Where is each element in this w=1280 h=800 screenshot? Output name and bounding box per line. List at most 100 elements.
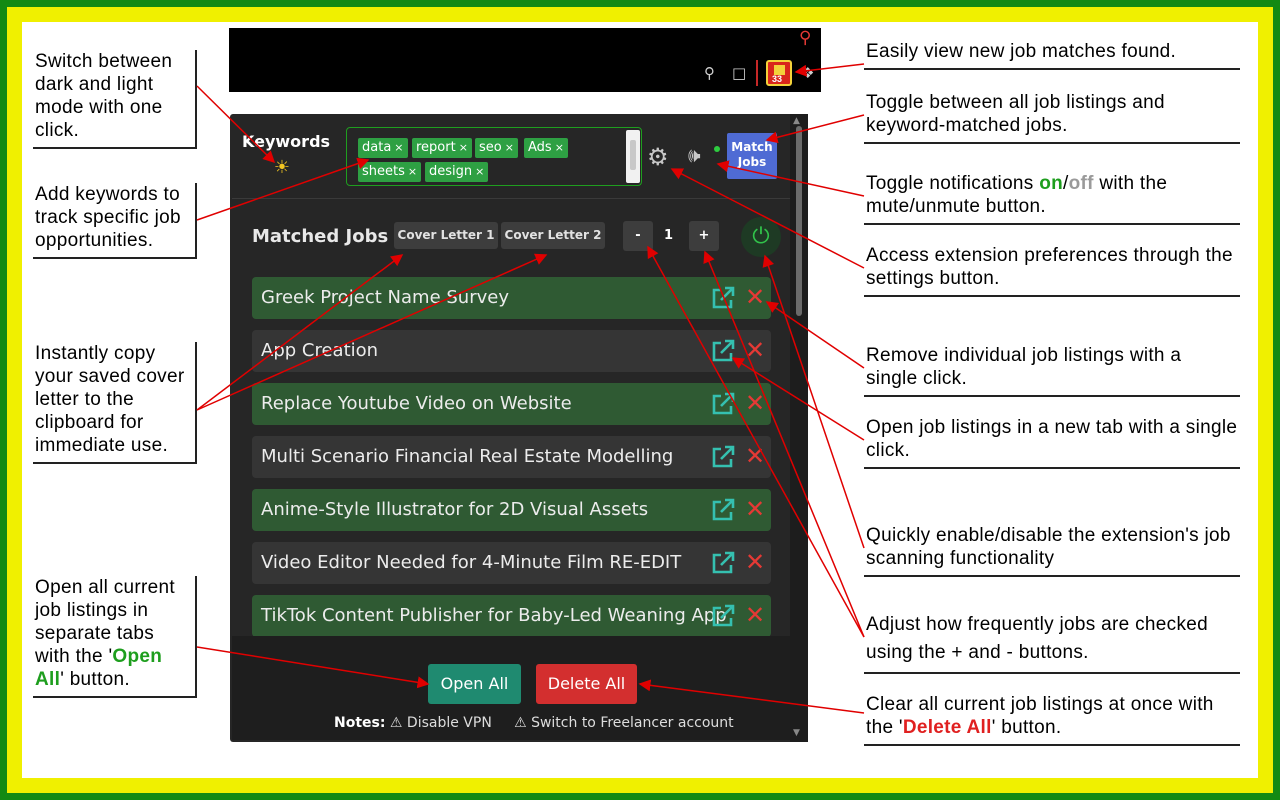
job-row[interactable]: Greek Project Name Survey ✕ [252,277,771,319]
divider [756,60,758,86]
callout-adjust: Adjust how frequently jobs are checked u… [864,611,1240,674]
badge-count: 33 [772,74,783,84]
delete-job-icon[interactable]: ✕ [745,284,765,310]
keyword-chip[interactable]: sheets × [358,162,422,182]
chip-label: seo [479,140,502,155]
job-row[interactable]: App Creation ✕ [252,330,771,372]
callout-text: Adjust how frequently jobs are checked u… [866,614,1208,663]
delete-job-icon[interactable]: ✕ [745,337,765,363]
job-title[interactable]: Anime-Style Illustrator for 2D Visual As… [261,499,648,520]
keyword-chip[interactable]: data × [358,138,408,158]
callout-text: Instantly copy your saved cover letter t… [35,343,185,456]
delete-job-icon[interactable]: ✕ [745,602,765,628]
increment-button[interactable]: + [689,221,719,251]
note-account: ⚠ Switch to Freelancer account [514,715,734,731]
job-title[interactable]: Multi Scenario Financial Real Estate Mod… [261,446,673,467]
chip-remove-icon[interactable]: × [475,165,484,178]
delete-job-icon[interactable]: ✕ [745,549,765,575]
cover-letter-1-button[interactable]: Cover Letter 1 [394,222,498,249]
chip-label: design [429,164,473,179]
settings-gear-icon[interactable]: ⚙ [647,143,669,171]
puzzle-icon[interactable]: ❖ [801,64,814,82]
job-title[interactable]: Replace Youtube Video on Website [261,393,572,414]
chip-label: report [416,140,456,155]
keyword-chip[interactable]: design × [425,162,489,182]
job-row[interactable]: Video Editor Needed for 4-Minute Film RE… [252,542,771,584]
job-title[interactable]: Greek Project Name Survey [261,287,509,308]
open-all-button[interactable]: Open All [428,664,521,704]
open-in-new-tab-icon[interactable] [710,603,736,629]
keywords-label: Keywords [242,132,331,151]
open-in-new-tab-icon[interactable] [710,497,736,523]
keyword-chip[interactable]: Ads × [524,138,568,158]
callout-text: Open job listings in a new tab with a si… [866,417,1238,461]
callout-text: Toggle notifications [866,173,1040,194]
match-jobs-button[interactable]: Match Jobs [727,133,777,179]
open-in-new-tab-icon[interactable] [710,444,736,470]
match-jobs-line2: Jobs [737,155,767,169]
power-toggle-icon[interactable]: ⏻ [741,217,781,257]
browser-toolbar: ⚲ ⚲ □ ❖ [229,28,821,92]
job-row[interactable]: Multi Scenario Financial Real Estate Mod… [252,436,771,478]
pin-icon[interactable]: ⚲ [704,64,715,82]
callout-text: Remove individual job listings with a si… [866,345,1182,389]
delete-all-button[interactable]: Delete All [536,664,637,704]
scroll-thumb[interactable] [796,126,802,316]
callout-text: Switch between dark and light mode with … [35,51,173,141]
open-in-new-tab-icon[interactable] [710,285,736,311]
callout-text: Easily view new job matches found. [866,41,1177,62]
scroll-down-icon[interactable]: ▼ [793,728,800,738]
job-row[interactable]: Anime-Style Illustrator for 2D Visual As… [252,489,771,531]
screenshot-icon[interactable]: □ [732,64,746,82]
callout-off: off [1068,173,1094,194]
chip-label: sheets [362,164,405,179]
search-icon[interactable]: ⚲ [799,28,811,48]
callout-text: ' button. [991,717,1062,738]
note-vpn: ⚠ Disable VPN [389,715,492,731]
callout-enable: Quickly enable/disable the extension's j… [864,524,1240,577]
chip-label: data [362,140,392,155]
callout-badge: Easily view new job matches found. [864,40,1240,70]
chip-remove-icon[interactable]: × [555,141,564,154]
chip-label: Ads [528,140,552,155]
scroll-up-icon[interactable]: ▲ [793,116,800,126]
open-in-new-tab-icon[interactable] [710,391,736,417]
job-title[interactable]: Video Editor Needed for 4-Minute Film RE… [261,552,681,573]
callout-dark-mode: Switch between dark and light mode with … [33,50,197,149]
job-title[interactable]: App Creation [261,340,378,361]
callout-keywords: Add keywords to track specific job oppor… [33,183,197,259]
matched-jobs-heading: Matched Jobs [252,226,389,247]
callout-open-tab: Open job listings in a new tab with a si… [864,416,1240,469]
chip-remove-icon[interactable]: × [408,165,417,178]
job-title[interactable]: TikTok Content Publisher for Baby-Led We… [261,605,727,626]
open-in-new-tab-icon[interactable] [710,550,736,576]
notes-label: Notes: [334,715,386,731]
open-in-new-tab-icon[interactable] [710,338,736,364]
keywords-scroll-thumb[interactable] [630,140,636,170]
callout-text: Add keywords to track specific job oppor… [35,184,181,251]
extension-badge-icon[interactable]: 33 [766,60,792,86]
callout-cover-letter: Instantly copy your saved cover letter t… [33,342,197,464]
chip-remove-icon[interactable]: × [394,141,403,154]
keywords-scrollbar[interactable] [626,130,640,183]
popup-scrollbar[interactable]: ▲ ▼ [790,114,808,742]
chip-remove-icon[interactable]: × [459,141,468,154]
notification-status-dot [714,146,720,152]
callout-settings: Access extension preferences through the… [864,244,1240,297]
job-row[interactable]: Replace Youtube Video on Website ✕ [252,383,771,425]
callout-text: ' button. [60,669,130,690]
callout-open-all: Open all current job listings in separat… [33,576,197,698]
match-jobs-line1: Match [731,140,773,154]
decrement-button[interactable]: - [623,221,653,251]
delete-job-icon[interactable]: ✕ [745,496,765,522]
keyword-chip[interactable]: seo × [475,138,518,158]
keyword-chip[interactable]: report × [412,138,472,158]
delete-job-icon[interactable]: ✕ [745,443,765,469]
cover-letter-2-button[interactable]: Cover Letter 2 [501,222,605,249]
chip-remove-icon[interactable]: × [505,141,514,154]
delete-job-icon[interactable]: ✕ [745,390,765,416]
theme-toggle-sun-icon[interactable]: ☀ [272,158,292,178]
job-row[interactable]: TikTok Content Publisher for Baby-Led We… [252,595,771,637]
speaker-icon[interactable]: 🕪 [688,143,701,167]
callout-remove: Remove individual job listings with a si… [864,344,1240,397]
